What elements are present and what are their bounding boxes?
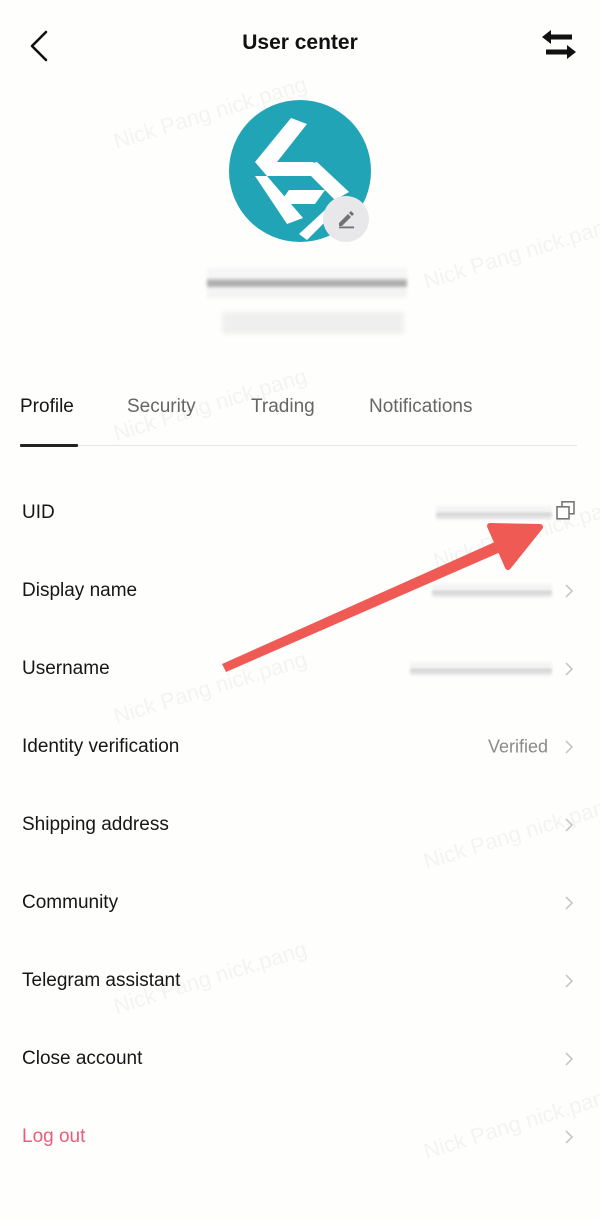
chevron-right-icon xyxy=(565,974,574,988)
row-label: Close account xyxy=(22,1048,143,1069)
tab-notifications[interactable]: Notifications xyxy=(369,396,473,418)
row-label: Community xyxy=(22,892,119,913)
edit-avatar-button[interactable] xyxy=(323,196,369,242)
row-shipping-address[interactable]: Shipping address xyxy=(0,786,600,864)
chevron-right-icon xyxy=(565,584,574,598)
row-close-account[interactable]: Close account xyxy=(0,1020,600,1098)
tab-bar: Profile Security Trading Notifications xyxy=(20,380,577,447)
chevron-right-icon xyxy=(565,818,574,832)
active-tab-indicator xyxy=(20,444,78,447)
username-value-redacted xyxy=(410,662,552,676)
row-label: Username xyxy=(22,658,110,679)
chevron-right-icon xyxy=(565,1130,574,1144)
header: User center xyxy=(0,0,600,90)
row-identity-verification[interactable]: Identity verification Verified xyxy=(0,708,600,786)
row-username[interactable]: Username xyxy=(0,630,600,708)
row-display-name[interactable]: Display name xyxy=(0,552,600,630)
row-log-out[interactable]: Log out xyxy=(0,1098,600,1176)
chevron-right-icon xyxy=(565,896,574,910)
copy-icon[interactable] xyxy=(555,500,577,522)
pencil-icon xyxy=(339,211,354,229)
chevron-right-icon xyxy=(565,740,574,754)
swap-arrows-icon xyxy=(542,30,576,59)
watermark: Nick Pang nick.pang xyxy=(421,211,600,295)
user-name-redacted xyxy=(207,268,407,298)
page-title: User center xyxy=(242,31,358,54)
row-label: UID xyxy=(22,502,55,523)
log-out-label: Log out xyxy=(22,1126,86,1147)
avatar[interactable] xyxy=(229,100,371,242)
display-name-value-redacted xyxy=(432,584,552,598)
tab-profile[interactable]: Profile xyxy=(20,396,74,418)
chevron-right-icon xyxy=(565,1052,574,1066)
row-label: Identity verification xyxy=(22,736,180,757)
tab-security[interactable]: Security xyxy=(127,396,196,418)
uid-value-redacted xyxy=(436,506,552,520)
row-telegram-assistant[interactable]: Telegram assistant xyxy=(0,942,600,1020)
row-label: Display name xyxy=(22,580,138,601)
user-subtitle-redacted xyxy=(222,312,404,334)
row-label: Shipping address xyxy=(22,814,169,835)
tab-trading[interactable]: Trading xyxy=(251,396,315,418)
switch-account-button[interactable] xyxy=(538,26,580,64)
chevron-right-icon xyxy=(565,662,574,676)
row-label: Telegram assistant xyxy=(22,970,181,991)
row-community[interactable]: Community xyxy=(0,864,600,942)
row-uid: UID xyxy=(0,474,600,552)
verification-status: Verified xyxy=(487,736,548,757)
